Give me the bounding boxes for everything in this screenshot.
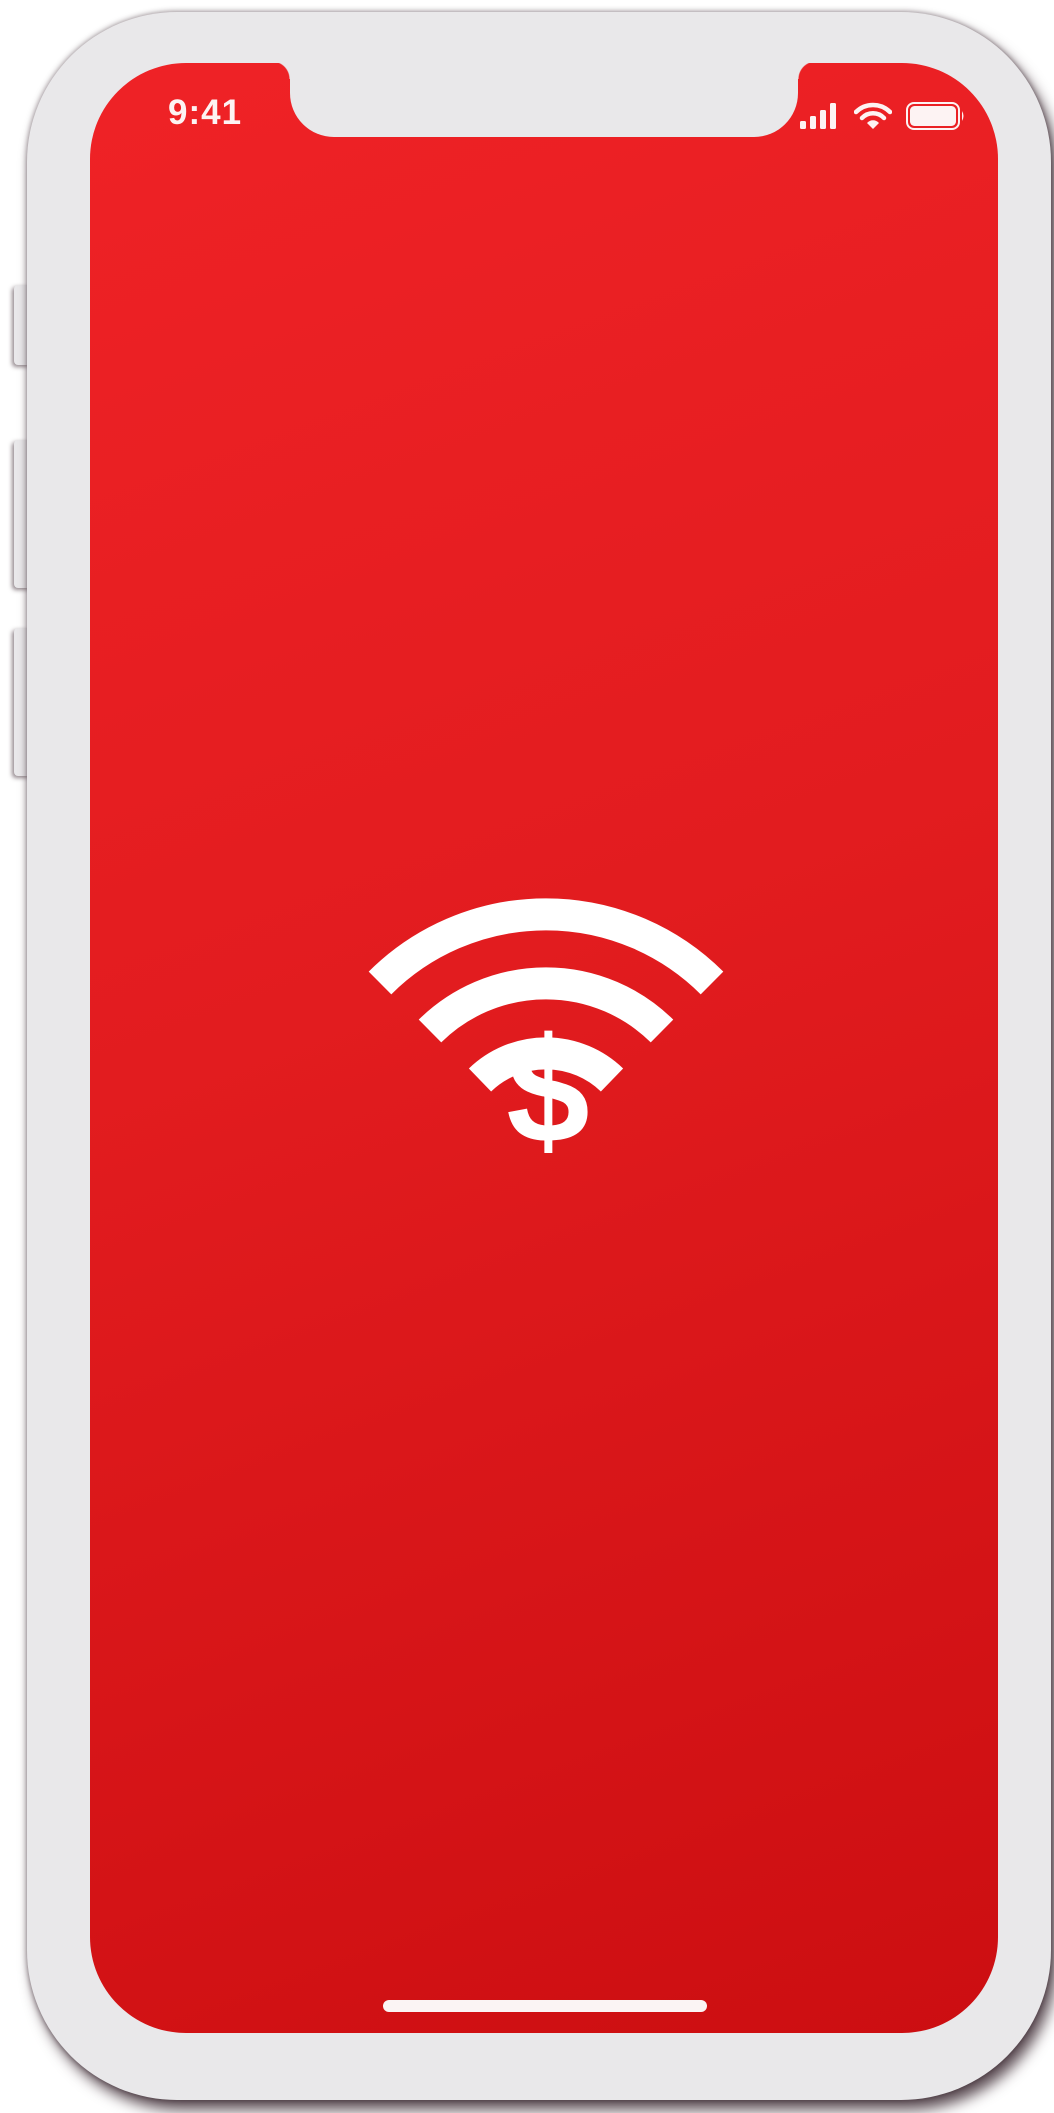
home-indicator[interactable] bbox=[383, 2000, 707, 2012]
contactless-payment-icon: $ bbox=[368, 898, 724, 1153]
cellular-signal-icon bbox=[800, 103, 840, 129]
wifi-icon bbox=[854, 102, 892, 130]
status-time: 9:41 bbox=[168, 93, 243, 132]
battery-icon bbox=[906, 102, 966, 130]
device-notch bbox=[272, 63, 816, 137]
status-icons bbox=[800, 101, 966, 131]
app-screen: 9:41 $ bbox=[90, 63, 998, 2033]
stage: 9:41 $ bbox=[0, 0, 1054, 2113]
dollar-sign: $ bbox=[506, 1006, 589, 1153]
